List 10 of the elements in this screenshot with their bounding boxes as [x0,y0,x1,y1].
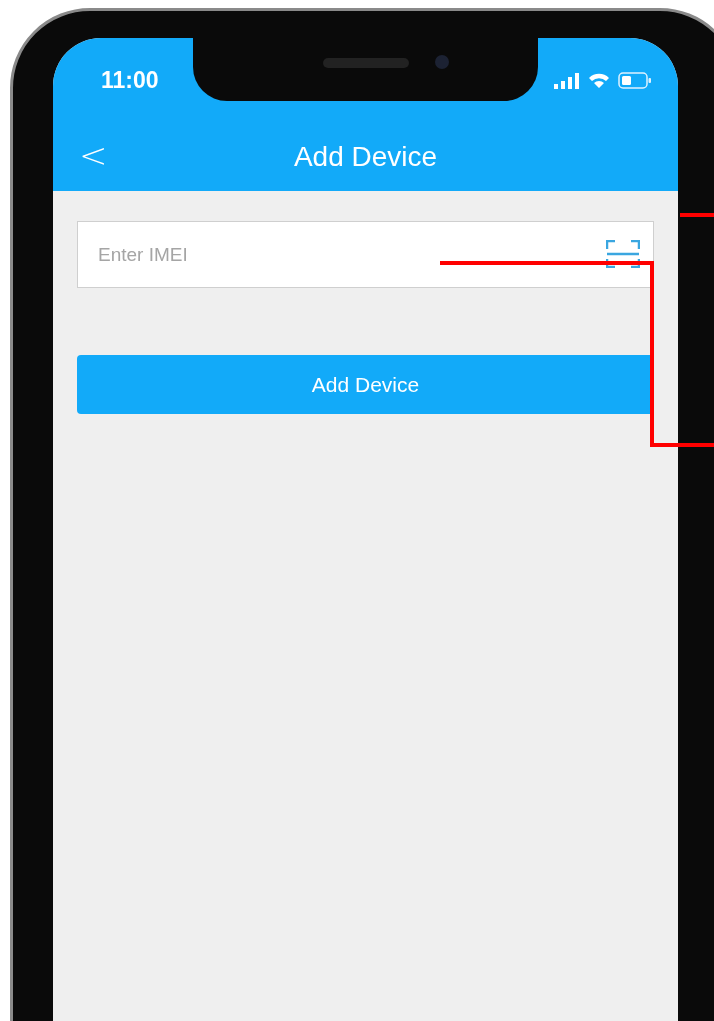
leader-line [680,213,714,217]
battery-icon [618,72,652,89]
status-time: 11:00 [101,67,159,94]
scan-icon[interactable] [606,240,640,268]
signal-icon [554,72,580,89]
page-title: Add Device [293,141,438,173]
wifi-icon [588,72,610,89]
imei-input-field[interactable]: Enter IMEI [77,221,654,288]
camera-lens [435,55,449,69]
back-button[interactable]: < [79,135,108,175]
